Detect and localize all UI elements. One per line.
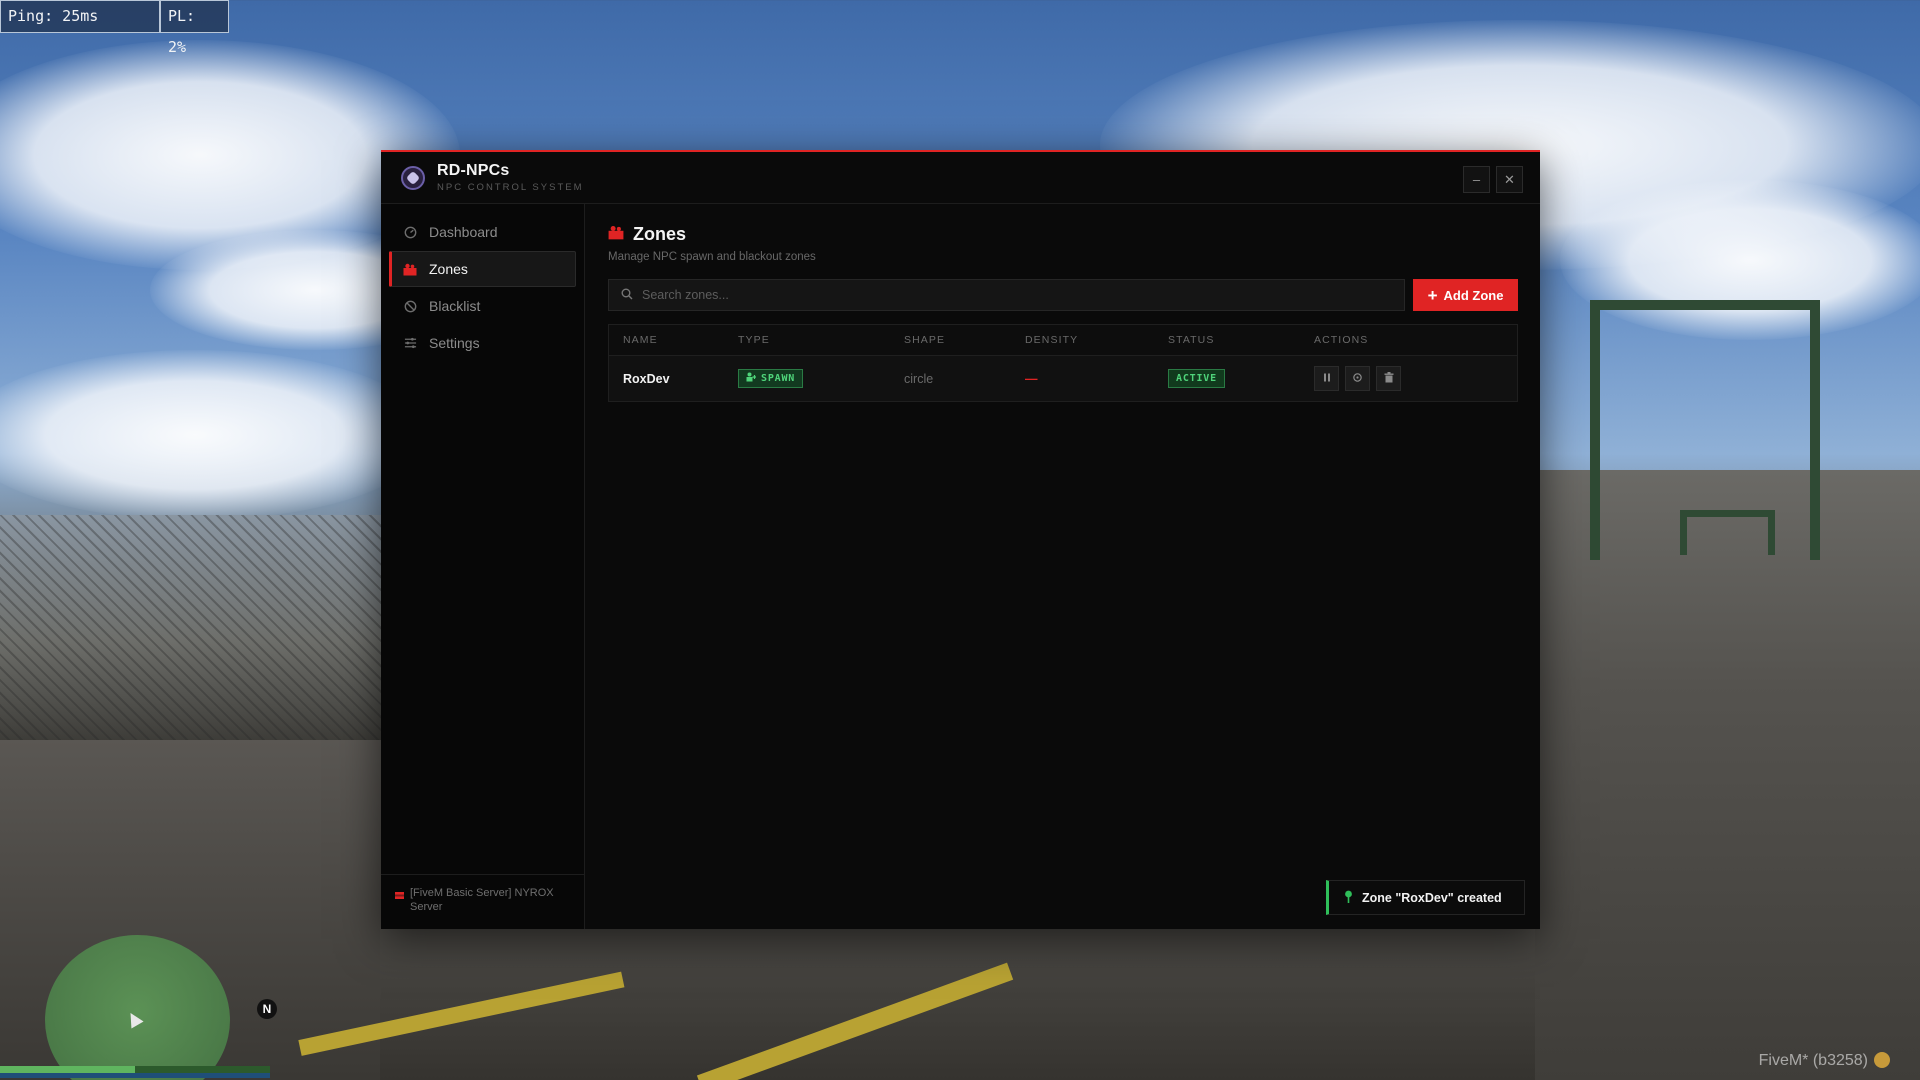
sidebar: Dashboard Zones Blacklist Settings [Five… (381, 204, 585, 929)
sidebar-item-settings[interactable]: Settings (389, 325, 576, 361)
page-subtitle: Manage NPC spawn and blackout zones (608, 251, 816, 263)
close-button[interactable]: ✕ (1496, 166, 1523, 193)
sidebar-item-label: Dashboard (429, 224, 498, 240)
map-pin-icon (1344, 890, 1353, 906)
search-box (608, 279, 1405, 311)
add-zone-label: Add Zone (1443, 287, 1504, 303)
zone-type-label: SPAWN (761, 373, 796, 384)
server-flag-icon (395, 892, 404, 899)
sliders-icon (403, 336, 417, 350)
column-header-density[interactable]: DENSITY (1025, 334, 1168, 346)
app-window: RD-NPCs NPC CONTROL SYSTEM – ✕ Dashboard… (381, 150, 1540, 929)
build-label: FiveM* (b3258) (1758, 1052, 1868, 1069)
fivem-logo-icon (1874, 1052, 1890, 1068)
plus-icon: + (1427, 285, 1438, 305)
packet-loss-indicator: PL: 2% (160, 0, 229, 56)
search-icon (621, 288, 633, 303)
ban-icon (403, 299, 417, 313)
title-bar[interactable]: RD-NPCs NPC CONTROL SYSTEM – ✕ (381, 152, 1540, 204)
fivem-watermark: FiveM* (b3258) (1759, 1052, 1890, 1070)
cloud (0, 350, 430, 520)
table-row[interactable]: RoxDev SPAWN circle — ACTIVE (609, 356, 1517, 401)
road-surface (380, 928, 1550, 1080)
column-header-shape[interactable]: SHAPE (904, 334, 1025, 346)
table-header: NAME TYPE SHAPE DENSITY STATUS ACTIONS (609, 325, 1517, 356)
toast-message: Zone "RoxDev" created (1362, 890, 1502, 905)
search-input[interactable] (642, 288, 1392, 302)
delete-trash-icon (1384, 371, 1394, 386)
column-header-status[interactable]: STATUS (1168, 334, 1314, 346)
page-title: Zones (608, 224, 1518, 245)
map-pin-zones-icon (608, 225, 624, 244)
column-header-actions: ACTIONS (1314, 334, 1369, 346)
teleport-target-icon (1352, 372, 1363, 386)
teleport-zone-button[interactable] (1345, 366, 1370, 391)
road-surface (1535, 470, 1920, 1080)
column-header-name[interactable]: NAME (609, 334, 738, 346)
dashboard-gauge-icon (403, 225, 417, 239)
sidebar-item-label: Settings (429, 335, 480, 351)
bridge-fence (0, 515, 385, 745)
add-zone-button[interactable]: + Add Zone (1413, 279, 1518, 311)
zone-type-badge: SPAWN (738, 369, 804, 388)
window-controls: – ✕ (1463, 166, 1523, 193)
app-logo-icon (401, 165, 425, 190)
sidebar-item-dashboard[interactable]: Dashboard (389, 214, 576, 250)
zone-shape: circle (904, 371, 934, 386)
compass-north-icon: N (257, 999, 277, 1019)
sidebar-nav: Dashboard Zones Blacklist Settings (381, 204, 584, 372)
page-title-text: Zones (633, 224, 687, 244)
minimize-button[interactable]: – (1463, 166, 1490, 193)
ping-indicator: Ping: 25ms (0, 0, 160, 33)
column-header-type[interactable]: TYPE (738, 334, 904, 346)
sidebar-item-blacklist[interactable]: Blacklist (389, 288, 576, 324)
zone-density: — (1025, 371, 1038, 386)
main-content: Zones Manage NPC spawn and blackout zone… (586, 204, 1540, 929)
sidebar-item-label: Zones (429, 261, 468, 277)
bridge-tower (1680, 510, 1775, 555)
zone-name: RoxDev (623, 371, 670, 386)
server-name: [FiveM Basic Server] NYROX Server (410, 887, 554, 913)
app-name: RD-NPCs (437, 162, 510, 179)
sidebar-item-zones[interactable]: Zones (389, 251, 576, 287)
sidebar-item-label: Blacklist (429, 298, 481, 314)
toolbar: + Add Zone (608, 279, 1518, 311)
health-bar (0, 1066, 270, 1073)
server-info: [FiveM Basic Server] NYROX Server (381, 874, 584, 929)
app-title-block: RD-NPCs NPC CONTROL SYSTEM (437, 162, 584, 193)
pause-icon (1323, 373, 1331, 385)
toast-notification[interactable]: Zone "RoxDev" created (1326, 880, 1525, 915)
delete-zone-button[interactable] (1376, 366, 1401, 391)
zones-table: NAME TYPE SHAPE DENSITY STATUS ACTIONS R… (608, 324, 1518, 402)
row-actions (1314, 366, 1517, 391)
app-subtitle: NPC CONTROL SYSTEM (437, 182, 584, 193)
armor-bar (0, 1073, 270, 1078)
pause-zone-button[interactable] (1314, 366, 1339, 391)
map-pin-zones-icon (403, 262, 417, 276)
status-badge: ACTIVE (1168, 369, 1225, 388)
spawn-npc-icon (746, 372, 756, 385)
